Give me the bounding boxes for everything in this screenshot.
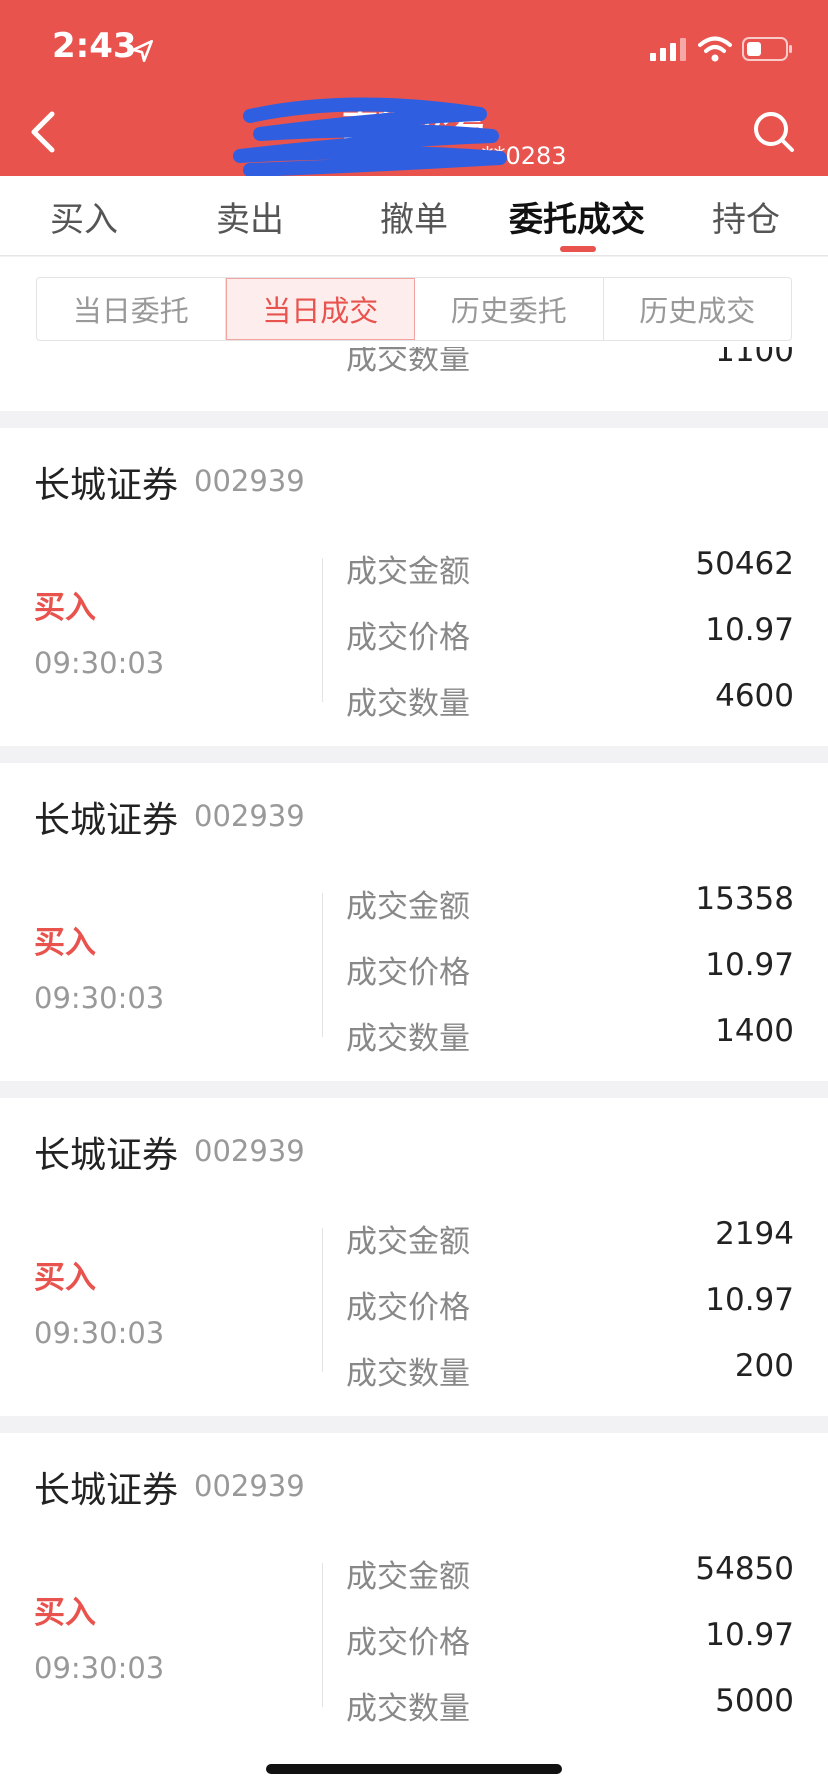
qty-label: 成交数量 [346,1021,470,1057]
price-value: 10.97 [705,1282,794,1318]
trade-time: 09:30:03 [34,981,165,1015]
trade-side: 买入 [34,1260,96,1296]
tab-cancel[interactable]: 撤单 [380,192,448,241]
status-time: 2:43 [52,26,137,66]
price-label: 成交价格 [346,1625,470,1661]
trade-time: 09:30:03 [34,1316,165,1350]
home-indicator[interactable] [266,1764,562,1774]
stock-code: 002939 [194,464,305,498]
trade-time: 09:30:03 [34,1651,165,1685]
active-tab-indicator [560,246,596,252]
amount-label: 成交金额 [346,1559,470,1595]
price-label: 成交价格 [346,1290,470,1326]
trade-card[interactable]: 长城证券 002939 买入 09:30:03 成交金额 54850 成交价格 … [0,1433,828,1792]
qty-label: 成交数量 [346,1691,470,1727]
price-value: 10.97 [705,1617,794,1653]
qty-value: 1400 [715,1013,794,1049]
trade-card[interactable]: 长城证券 002939 买入 09:30:03 成交金额 2194 成交价格 1… [0,1098,828,1416]
segment-control: 当日委托 当日成交 历史委托 历史成交 [36,277,792,341]
stock-name: 长城证券 [34,1470,179,1511]
trade-card[interactable]: 长城证券 002939 买入 09:30:03 成交金额 15358 成交价格 … [0,763,828,1081]
location-arrow-icon [131,39,153,63]
app-screen: 2:43 委托交易 **0283 买入 卖出 撤单 委托成交 持仓 当日委托 当… [0,0,828,1792]
tab-orders-trades[interactable]: 委托成交 [509,192,645,241]
qty-value: 1100 [715,347,794,369]
amount-label: 成交金额 [346,1224,470,1260]
stock-code: 002939 [194,1134,305,1168]
search-icon[interactable] [752,110,796,154]
trade-side: 买入 [34,925,96,961]
price-label: 成交价格 [346,955,470,991]
trade-side: 买入 [34,1595,96,1631]
stock-code: 002939 [194,1469,305,1503]
amount-label: 成交金额 [346,889,470,925]
qty-label: 成交数量 [346,347,470,377]
battery-icon [742,37,792,61]
segment-today-trades[interactable]: 当日成交 [225,278,415,340]
amount-value: 54850 [695,1551,794,1587]
redaction-scribble [233,97,507,176]
divider [322,893,323,1037]
header-bar: 2:43 委托交易 **0283 [0,0,828,176]
divider [322,1563,323,1707]
qty-label: 成交数量 [346,1356,470,1392]
tab-positions[interactable]: 持仓 [712,192,780,241]
qty-value: 200 [734,1348,794,1384]
amount-value: 50462 [695,546,794,582]
stock-code: 002939 [194,799,305,833]
main-tab-bar: 买入 卖出 撤单 委托成交 持仓 [0,176,828,256]
tab-sell[interactable]: 卖出 [216,192,284,241]
partial-trade-card: 成交数量 1100 [0,347,828,411]
trade-time: 09:30:03 [34,646,165,680]
segment-history-orders[interactable]: 历史委托 [415,278,604,340]
price-value: 10.97 [705,947,794,983]
amount-value: 15358 [695,881,794,917]
stock-name: 长城证券 [34,800,179,841]
amount-label: 成交金额 [346,554,470,590]
cellular-signal-icon [650,38,686,61]
qty-value: 5000 [715,1683,794,1719]
price-label: 成交价格 [346,620,470,656]
price-value: 10.97 [705,612,794,648]
segment-bar: 当日委托 当日成交 历史委托 历史成交 [0,257,828,347]
qty-label: 成交数量 [346,686,470,722]
tab-buy[interactable]: 买入 [50,192,118,241]
segment-today-orders[interactable]: 当日委托 [37,278,226,340]
wifi-icon [698,36,732,62]
trade-card[interactable]: 长城证券 002939 买入 09:30:03 成交金额 50462 成交价格 … [0,428,828,746]
trade-side: 买入 [34,590,96,626]
qty-value: 4600 [715,678,794,714]
amount-value: 2194 [715,1216,794,1252]
divider [322,1228,323,1372]
stock-name: 长城证券 [34,1135,179,1176]
divider [322,558,323,702]
segment-history-trades[interactable]: 历史成交 [604,278,792,340]
stock-name: 长城证券 [34,465,179,506]
